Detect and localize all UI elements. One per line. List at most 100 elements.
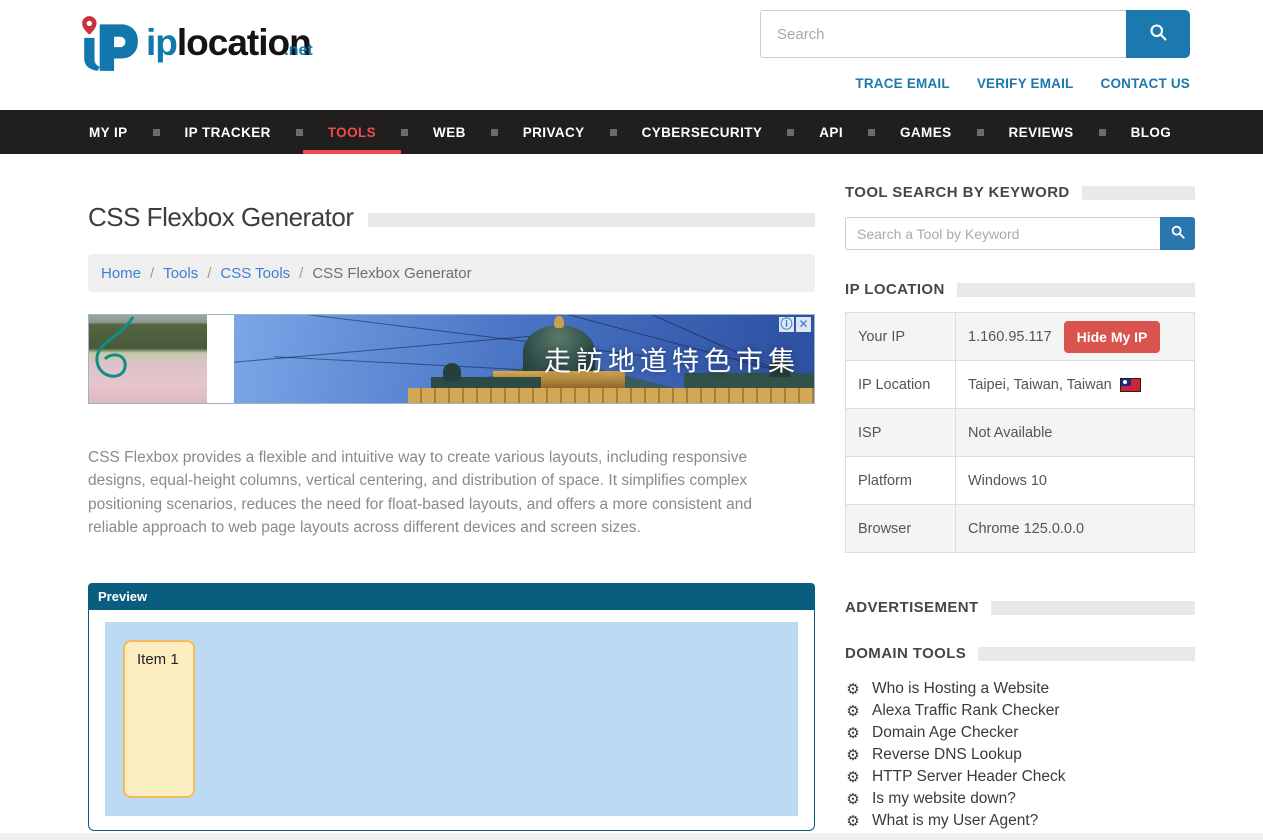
nav-item-tools[interactable]: TOOLS [303,110,401,154]
row-label: Platform [846,457,956,505]
nav-item-web[interactable]: WEB [408,110,491,154]
table-row: Your IP 1.160.95.117 Hide My IP [846,313,1195,361]
table-row: ISP Not Available [846,409,1195,457]
table-row: Platform Windows 10 [846,457,1195,505]
breadcrumb-current: CSS Flexbox Generator [312,265,471,282]
nav-item-api[interactable]: API [794,110,868,154]
breadcrumb-css-tools[interactable]: CSS Tools [220,265,290,282]
table-row: Browser Chrome 125.0.0.0 [846,505,1195,553]
nav-separator [787,129,794,136]
heading-decorative-bar [1082,186,1195,200]
search-icon [1170,224,1186,243]
row-label: ISP [846,409,956,457]
ad-left-image [89,315,207,403]
taiwan-flag-icon [1120,378,1141,392]
nav-separator [610,129,617,136]
nav-separator [296,129,303,136]
ad-banner[interactable]: 走訪地道特色市集 ⓘ ✕ [88,314,815,404]
row-label: IP Location [846,361,956,409]
domain-tools-list: ⚙Who is Hosting a Website ⚙Alexa Traffic… [845,678,1195,832]
ip-pin-logo-icon [78,14,144,79]
title-decorative-bar [368,213,815,227]
nav-separator [491,129,498,136]
sidebar: TOOL SEARCH BY KEYWORD IP LOCATION Your … [845,154,1195,832]
trace-email-link[interactable]: TRACE EMAIL [855,76,949,91]
verify-email-link[interactable]: VERIFY EMAIL [977,76,1074,91]
list-item[interactable]: ⚙HTTP Server Header Check [845,766,1195,788]
flexbox-preview-container: Item 1 [105,622,798,816]
preview-panel: Preview Item 1 [88,583,815,831]
preview-panel-header: Preview [88,583,815,610]
list-item[interactable]: ⚙Is my website down? [845,788,1195,810]
gear-icon: ⚙ [845,748,861,763]
preview-body: Item 1 [88,610,815,831]
table-row: IP Location Taipei, Taiwan, Taiwan [846,361,1195,409]
logo-text: iplocation.net [146,14,311,72]
heading-decorative-bar [957,283,1195,297]
header-links: TRACE EMAIL VERIFY EMAIL CONTACT US [760,76,1190,91]
logo-net-label: .net [284,22,312,80]
gear-icon: ⚙ [845,682,861,697]
ip-location-value: Taipei, Taiwan, Taiwan [968,377,1112,393]
ad-overlay-text: 走訪地道特色市集 [544,340,800,379]
breadcrumb-separator: / [299,265,303,282]
page-title: CSS Flexbox Generator [88,202,354,233]
heading-decorative-bar [991,601,1195,615]
browser-value: Chrome 125.0.0.0 [956,505,1195,553]
heading-decorative-bar [978,647,1195,661]
nav-item-ip-tracker[interactable]: IP TRACKER [160,110,296,154]
breadcrumb-separator: / [150,265,154,282]
tool-search-heading: TOOL SEARCH BY KEYWORD [845,184,1195,201]
breadcrumb-separator: / [207,265,211,282]
ad-info-icon[interactable]: ⓘ [779,317,794,332]
nav-item-reviews[interactable]: REVIEWS [984,110,1099,154]
contact-us-link[interactable]: CONTACT US [1101,76,1191,91]
site-search-input[interactable] [760,10,1126,58]
gear-icon: ⚙ [845,792,861,807]
list-item[interactable]: ⚙Who is Hosting a Website [845,678,1195,700]
ip-location-table: Your IP 1.160.95.117 Hide My IP IP Locat… [845,312,1195,553]
list-item[interactable]: ⚙What is my User Agent? [845,810,1195,832]
isp-value: Not Available [956,409,1195,457]
domain-tools-heading: DOMAIN TOOLS [845,645,1195,662]
nav-item-privacy[interactable]: PRIVACY [498,110,610,154]
platform-value: Windows 10 [956,457,1195,505]
gear-icon: ⚙ [845,726,861,741]
nav-separator [153,129,160,136]
list-item[interactable]: ⚙Domain Age Checker [845,722,1195,744]
breadcrumb-tools[interactable]: Tools [163,265,198,282]
flexbox-preview-item[interactable]: Item 1 [123,640,195,798]
main-nav: MY IP IP TRACKER TOOLS WEB PRIVACY CYBER… [0,110,1263,154]
breadcrumb: Home / Tools / CSS Tools / CSS Flexbox G… [88,254,815,292]
gear-icon: ⚙ [845,814,861,829]
tool-search-button[interactable] [1160,217,1195,250]
nav-item-blog[interactable]: BLOG [1106,110,1197,154]
nav-item-cybersecurity[interactable]: CYBERSECURITY [617,110,788,154]
page-bottom-strip [0,833,1263,840]
hide-my-ip-button[interactable]: Hide My IP [1064,321,1161,353]
breadcrumb-home[interactable]: Home [101,265,141,282]
row-label: Browser [846,505,956,553]
nav-separator [868,129,875,136]
nav-separator [401,129,408,136]
list-item[interactable]: ⚙Alexa Traffic Rank Checker [845,700,1195,722]
nav-separator [1099,129,1106,136]
site-search-button[interactable] [1126,10,1190,58]
advertisement-heading: ADVERTISEMENT [845,599,1195,616]
gear-icon: ⚙ [845,770,861,785]
nav-separator [977,129,984,136]
preview-title: Preview [98,589,147,604]
row-label: Your IP [846,313,956,361]
search-icon [1148,22,1169,46]
ip-location-heading: IP LOCATION [845,281,1195,298]
ad-right-image: 走訪地道特色市集 ⓘ ✕ [234,315,814,403]
list-item[interactable]: ⚙Reverse DNS Lookup [845,744,1195,766]
ad-close-icon[interactable]: ✕ [796,317,811,332]
site-header: iplocation.net TRACE EMAIL VERIFY EMAIL … [0,0,1263,110]
site-logo[interactable]: iplocation.net [78,14,311,110]
nav-item-games[interactable]: GAMES [875,110,977,154]
tool-search-input[interactable] [845,217,1160,250]
nav-item-my-ip[interactable]: MY IP [64,110,153,154]
your-ip-value: 1.160.95.117 [968,329,1052,345]
tool-description: CSS Flexbox provides a flexible and intu… [88,446,794,539]
